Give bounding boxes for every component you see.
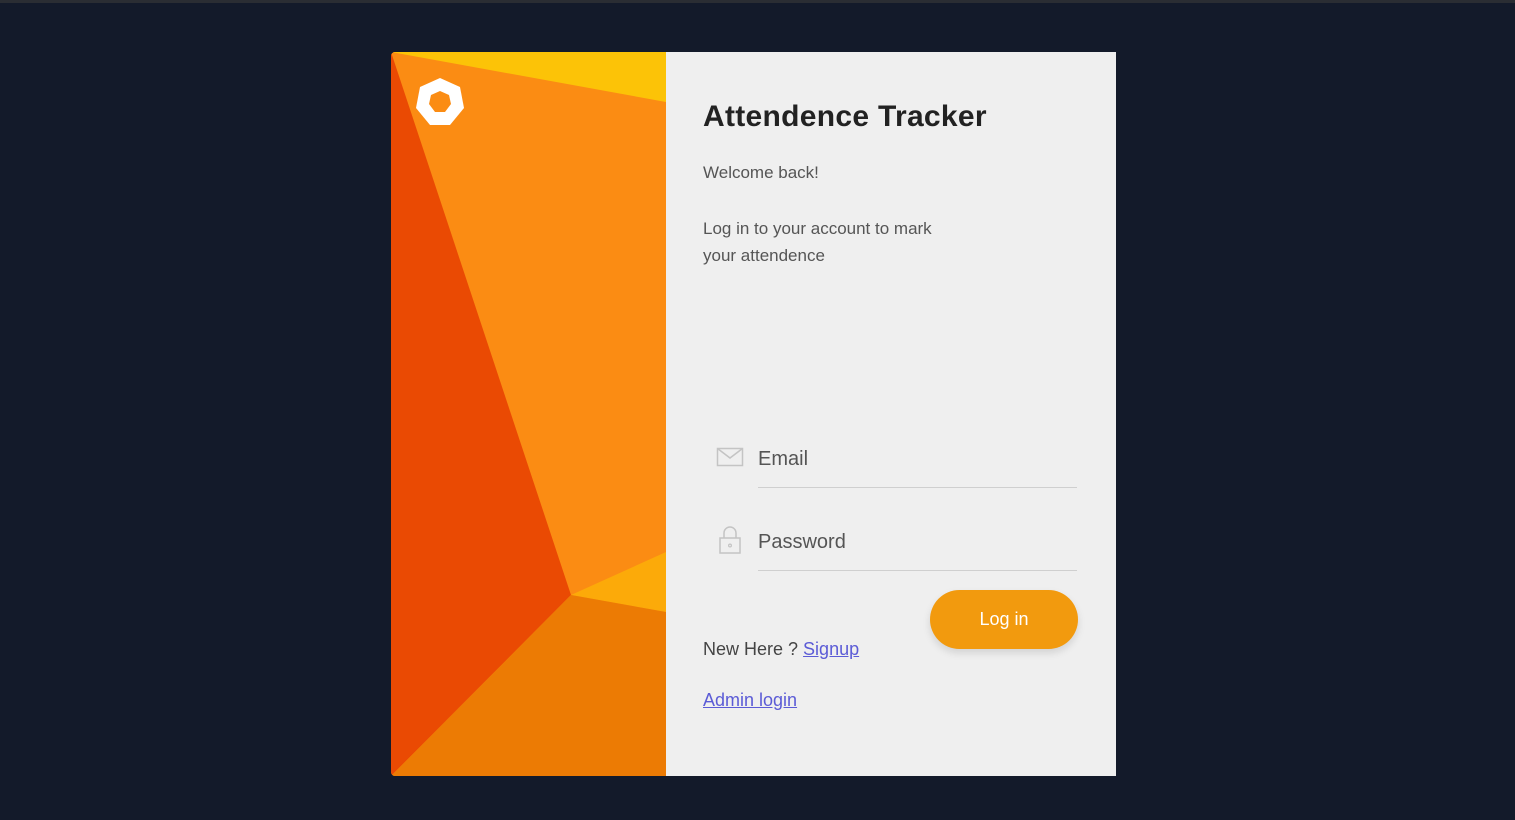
login-panel: Attendence Tracker Welcome back! Log in … <box>666 52 1116 776</box>
app-logo-icon <box>416 78 464 125</box>
email-input[interactable] <box>758 432 1077 488</box>
browser-top-border <box>0 0 1515 3</box>
page-title: Attendence Tracker <box>703 100 987 133</box>
decorative-art-panel <box>391 52 666 776</box>
password-field-group <box>703 515 1077 571</box>
new-here-text: New Here ? <box>703 639 804 659</box>
description-text: Log in to your account to mark your atte… <box>703 219 932 265</box>
login-card: Attendence Tracker Welcome back! Log in … <box>391 52 1116 776</box>
envelope-icon <box>716 447 744 467</box>
signup-prompt: New Here ? Signup <box>703 639 859 660</box>
admin-login-link[interactable]: Admin login <box>703 690 797 711</box>
welcome-text: Welcome back! <box>703 163 819 182</box>
login-button[interactable]: Log in <box>930 590 1078 649</box>
lock-icon <box>719 526 741 554</box>
email-field-group <box>703 432 1077 488</box>
geometric-background <box>391 52 666 776</box>
signup-link[interactable]: Signup <box>803 639 859 659</box>
password-input[interactable] <box>758 515 1077 571</box>
